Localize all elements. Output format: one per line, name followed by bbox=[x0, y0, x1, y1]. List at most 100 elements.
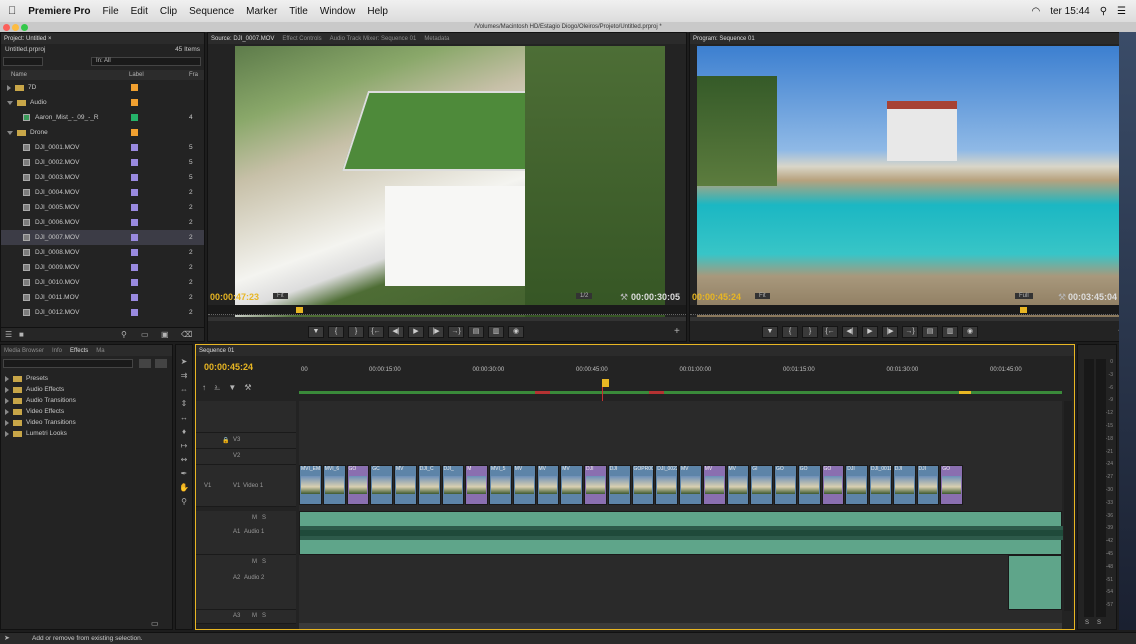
apple-icon[interactable]:  bbox=[8, 5, 16, 17]
video-clip[interactable]: DJI_C bbox=[417, 465, 441, 505]
effects-search-input[interactable] bbox=[3, 359, 133, 368]
label-color-swatch[interactable] bbox=[131, 219, 138, 226]
rate-stretch-tool-icon[interactable]: ↔ bbox=[179, 413, 189, 423]
program-step-forward-button[interactable]: |▶ bbox=[882, 326, 898, 338]
selection-tool-icon[interactable]: ➤ bbox=[179, 357, 189, 367]
solo-left-button[interactable]: S bbox=[1085, 620, 1089, 626]
source-patch-v1[interactable]: V1 bbox=[204, 483, 211, 489]
track-select-tool-icon[interactable]: ⇉ bbox=[179, 371, 189, 381]
expand-icon[interactable] bbox=[5, 419, 9, 426]
program-resolution-select[interactable]: Full bbox=[1015, 293, 1033, 299]
program-marker-button[interactable]: ▼ bbox=[762, 326, 778, 338]
expand-icon[interactable] bbox=[5, 408, 9, 415]
program-mark-in-button[interactable]: { bbox=[782, 326, 798, 338]
step-forward-button[interactable]: |▶ bbox=[428, 326, 444, 338]
project-item[interactable]: Aaron_Mist_-_09_-_R 4 bbox=[1, 110, 204, 125]
slip-tool-icon[interactable]: ↦ bbox=[179, 441, 189, 451]
video-clip[interactable]: DJI bbox=[892, 465, 916, 505]
source-timecode[interactable]: 00:00:47:23 bbox=[210, 292, 259, 302]
timeline-settings-icon[interactable]: ⚒ bbox=[244, 383, 251, 393]
source-fit-select[interactable]: Fit bbox=[273, 293, 288, 299]
effects-tab-1[interactable]: Info bbox=[52, 348, 62, 354]
program-time-ruler[interactable] bbox=[690, 305, 1130, 315]
new-item-icon[interactable]: ▣ bbox=[161, 330, 169, 339]
disclosure-icon[interactable] bbox=[7, 100, 13, 105]
slide-tool-icon[interactable]: ↭ bbox=[179, 455, 189, 465]
project-item[interactable]: Drone bbox=[1, 125, 204, 140]
zoom-window-button[interactable] bbox=[21, 24, 28, 31]
list-icon[interactable]: ☰ bbox=[1117, 6, 1126, 17]
solo-right-button[interactable]: S bbox=[1097, 620, 1101, 626]
video-clip[interactable]: GI bbox=[750, 465, 773, 505]
program-export-frame-button[interactable]: ◉ bbox=[962, 326, 978, 338]
label-color-swatch[interactable] bbox=[131, 144, 138, 151]
project-item[interactable]: 7D bbox=[1, 80, 204, 95]
source-tab-0[interactable]: Source: DJI_0007.MOV bbox=[211, 36, 274, 42]
insert-button[interactable]: ▤ bbox=[468, 326, 484, 338]
effects-tab-3[interactable]: Ma bbox=[96, 348, 104, 354]
video-clip[interactable]: MV bbox=[536, 465, 560, 505]
label-color-swatch[interactable] bbox=[131, 294, 138, 301]
mark-in-button[interactable]: { bbox=[328, 326, 344, 338]
tab-program[interactable]: Program: Sequence 01 bbox=[693, 36, 755, 42]
video-clip[interactable]: DJI_0011 bbox=[869, 465, 892, 505]
effects-folder[interactable]: Audio Transitions bbox=[5, 397, 76, 404]
label-color-swatch[interactable] bbox=[131, 174, 138, 181]
menu-marker[interactable]: Marker bbox=[246, 6, 277, 17]
solo-a2[interactable]: S bbox=[262, 559, 266, 565]
solo-a1[interactable]: S bbox=[262, 515, 266, 521]
program-play-button[interactable]: ▶ bbox=[862, 326, 878, 338]
col-name[interactable]: Name bbox=[11, 72, 27, 78]
lock-icon[interactable]: 🔒 bbox=[222, 437, 229, 444]
video-track-v1[interactable]: MVI_EM MVI_6 GO GC MV DJI_C DJI_ M MVI_5 MV MV MV DJ… bbox=[299, 465, 1062, 507]
track-v3-label[interactable]: V3 bbox=[233, 437, 240, 443]
program-step-back-button[interactable]: ◀| bbox=[842, 326, 858, 338]
disclosure-icon[interactable] bbox=[7, 84, 11, 91]
add-button-icon[interactable]: + bbox=[674, 326, 680, 337]
video-clip[interactable]: GOPR005 bbox=[631, 465, 655, 505]
project-item[interactable]: DJI_0013.MOV2 bbox=[1, 320, 204, 322]
video-clip[interactable]: GO bbox=[797, 465, 821, 505]
video-clip[interactable]: MV bbox=[702, 465, 726, 505]
menu-edit[interactable]: Edit bbox=[131, 6, 148, 17]
rolling-tool-icon[interactable]: ⇕ bbox=[179, 399, 189, 409]
icon-view-icon[interactable]: ■ bbox=[19, 330, 24, 339]
timeline-vertical-scrollbar[interactable] bbox=[1064, 401, 1072, 611]
source-playhead[interactable] bbox=[296, 307, 303, 313]
clock[interactable]: ter 15:44 bbox=[1050, 6, 1089, 17]
32bit-filter-icon[interactable] bbox=[155, 359, 167, 368]
accelerated-filter-icon[interactable] bbox=[139, 359, 151, 368]
ripple-tool-icon[interactable]: ⇔ bbox=[179, 385, 189, 395]
label-color-swatch[interactable] bbox=[131, 99, 138, 106]
mute-a1[interactable]: M bbox=[252, 515, 257, 521]
menu-title[interactable]: Title bbox=[289, 6, 308, 17]
effects-folder[interactable]: Lumetri Looks bbox=[5, 430, 67, 437]
col-label[interactable]: Label bbox=[129, 72, 144, 78]
effects-tab-2[interactable]: Effects bbox=[70, 348, 88, 354]
source-tab-3[interactable]: Metadata bbox=[424, 36, 449, 42]
tab-sequence[interactable]: Sequence 01 bbox=[199, 348, 234, 354]
project-item[interactable]: DJI_0012.MOV 2 bbox=[1, 305, 204, 320]
in-filter-select[interactable]: In: All bbox=[91, 57, 201, 66]
close-window-button[interactable] bbox=[3, 24, 10, 31]
project-item[interactable]: DJI_0005.MOV 2 bbox=[1, 200, 204, 215]
lift-button[interactable]: ▤ bbox=[922, 326, 938, 338]
step-back-button[interactable]: ◀| bbox=[388, 326, 404, 338]
project-item[interactable]: DJI_0011.MOV 2 bbox=[1, 290, 204, 305]
mute-a2[interactable]: M bbox=[252, 559, 257, 565]
label-color-swatch[interactable] bbox=[131, 84, 138, 91]
project-item[interactable]: DJI_0002.MOV 5 bbox=[1, 155, 204, 170]
video-clip[interactable]: GO bbox=[774, 465, 797, 505]
source-zoom-bar[interactable] bbox=[208, 317, 686, 321]
expand-icon[interactable] bbox=[5, 430, 9, 437]
overwrite-button[interactable]: ▥ bbox=[488, 326, 504, 338]
video-clip[interactable]: MVI_5 bbox=[489, 465, 512, 505]
project-item[interactable]: DJI_0004.MOV 2 bbox=[1, 185, 204, 200]
source-resolution-select[interactable]: 1/2 bbox=[576, 293, 593, 299]
video-clip[interactable]: MV bbox=[512, 465, 536, 505]
program-mark-out-button[interactable]: } bbox=[802, 326, 818, 338]
snap-icon[interactable]: ↑ bbox=[202, 383, 206, 393]
program-go-in-button[interactable]: {← bbox=[822, 326, 838, 338]
col-frame[interactable]: Fra bbox=[189, 72, 198, 78]
video-clip[interactable]: M bbox=[465, 465, 488, 505]
